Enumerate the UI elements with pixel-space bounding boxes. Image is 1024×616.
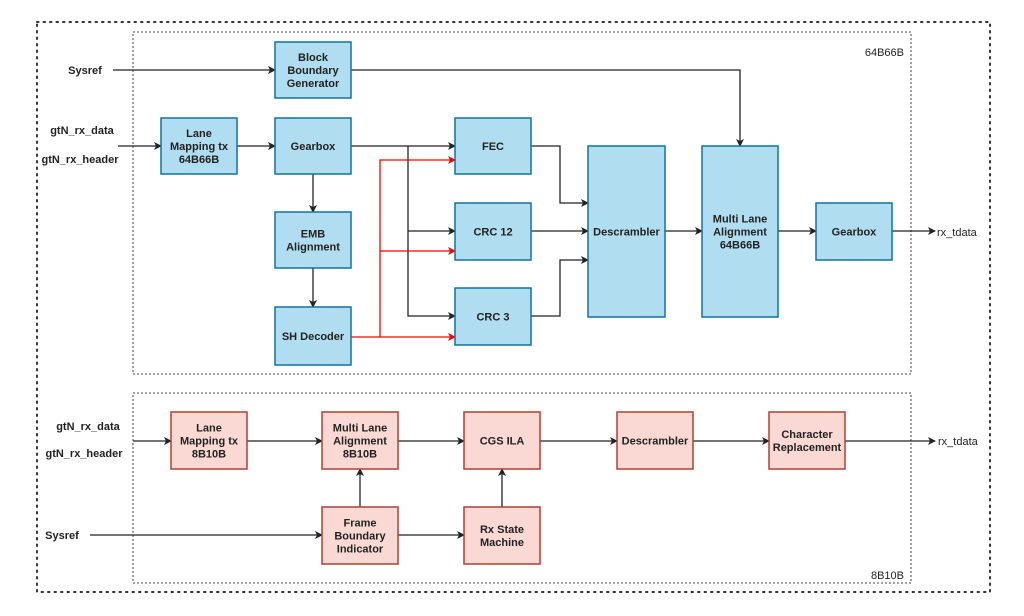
block-label: Replacement — [773, 442, 842, 454]
block-label: Machine — [480, 537, 524, 549]
bottom-rx-state-machine-block: Rx StateMachine — [463, 506, 541, 565]
block-label: Rx State — [480, 524, 524, 536]
top-descrambler-block: Descrambler — [587, 145, 666, 318]
block-label: 8B10B — [192, 449, 226, 461]
rx-tdata-label: rx_tdata — [938, 436, 979, 448]
block-label: Alignment — [333, 436, 387, 448]
block-diagram: BlockBoundaryGeneratorLaneMapping tx64B6… — [36, 21, 991, 593]
block-label: Descrambler — [593, 227, 660, 239]
block-label: Character — [781, 429, 833, 441]
bottom-cgs-ila-block: CGS ILA — [463, 411, 541, 470]
block-label: 64B66B — [720, 240, 760, 252]
bottom-frame-boundary-indicator-block: FrameBoundaryIndicator — [321, 506, 399, 565]
block-label: EMB — [301, 229, 326, 241]
block-label: Frame — [343, 518, 376, 530]
block-label: Gearbox — [832, 227, 878, 239]
block-label: Descrambler — [622, 436, 689, 448]
block-label: Gearbox — [291, 141, 337, 153]
block-label: Boundary — [287, 65, 339, 77]
block-label: Mapping tx — [170, 141, 229, 153]
block-label: Block — [298, 52, 329, 64]
top-lane-mapping-block: LaneMapping tx64B66B — [160, 117, 238, 175]
block-label: SH Decoder — [282, 331, 345, 343]
connector-arrow — [531, 145, 589, 207]
bottom-multi-lane-alignment-block: Multi LaneAlignment8B10B — [321, 411, 399, 470]
block-label: Boundary — [334, 531, 386, 543]
rx-header-label: gtN_rx_header — [41, 154, 119, 166]
block-label: Lane — [186, 128, 212, 140]
block-label: CRC 12 — [473, 227, 512, 239]
connector-arrow — [531, 256, 589, 317]
bottom-character-replacement-block: CharacterReplacement — [768, 411, 846, 470]
top-sh-decoder-block: SH Decoder — [274, 306, 352, 366]
top-fec-block: FEC — [454, 117, 532, 175]
rx-data-label: gtN_rx_data — [56, 421, 120, 433]
top-crc12-block: CRC 12 — [454, 202, 532, 261]
block-label: Multi Lane — [713, 214, 767, 226]
rx-tdata-label: rx_tdata — [937, 227, 978, 239]
block-label: Lane — [196, 423, 222, 435]
rx-header-label: gtN_rx_header — [45, 448, 123, 460]
top-emb-alignment-block: EMBAlignment — [274, 211, 352, 269]
block-label: Generator — [287, 78, 340, 90]
block-label: Indicator — [337, 544, 384, 556]
connector-arrow — [351, 69, 744, 147]
section-label-64b66b: 64B66B — [865, 47, 904, 59]
block-label: Multi Lane — [333, 423, 387, 435]
block-label: Mapping tx — [180, 436, 239, 448]
block-label: Alignment — [713, 227, 767, 239]
rx-data-label: gtN_rx_data — [50, 125, 114, 137]
block-label: CGS ILA — [480, 436, 525, 448]
sh-decoder-red-arrow — [351, 156, 456, 338]
top-crc3-block: CRC 3 — [454, 287, 532, 346]
section-label-8b10b: 8B10B — [871, 570, 904, 582]
top-gearbox-out-block: Gearbox — [815, 202, 893, 261]
top-block-boundary-generator-block: BlockBoundaryGenerator — [274, 41, 352, 99]
block-label: FEC — [482, 141, 504, 153]
block-label: Alignment — [286, 242, 340, 254]
block-label: 8B10B — [343, 449, 377, 461]
bottom-descrambler-block: Descrambler — [616, 411, 694, 470]
sysref-label: Sysref — [68, 65, 102, 77]
block-label: 64B66B — [179, 154, 219, 166]
top-gearbox-in-block: Gearbox — [274, 117, 352, 175]
block-label: CRC 3 — [476, 312, 509, 324]
top-multi-lane-alignment-block: Multi LaneAlignment64B66B — [701, 145, 779, 318]
sysref-label: Sysref — [45, 530, 79, 542]
bottom-lane-mapping-block: LaneMapping tx8B10B — [170, 411, 248, 470]
